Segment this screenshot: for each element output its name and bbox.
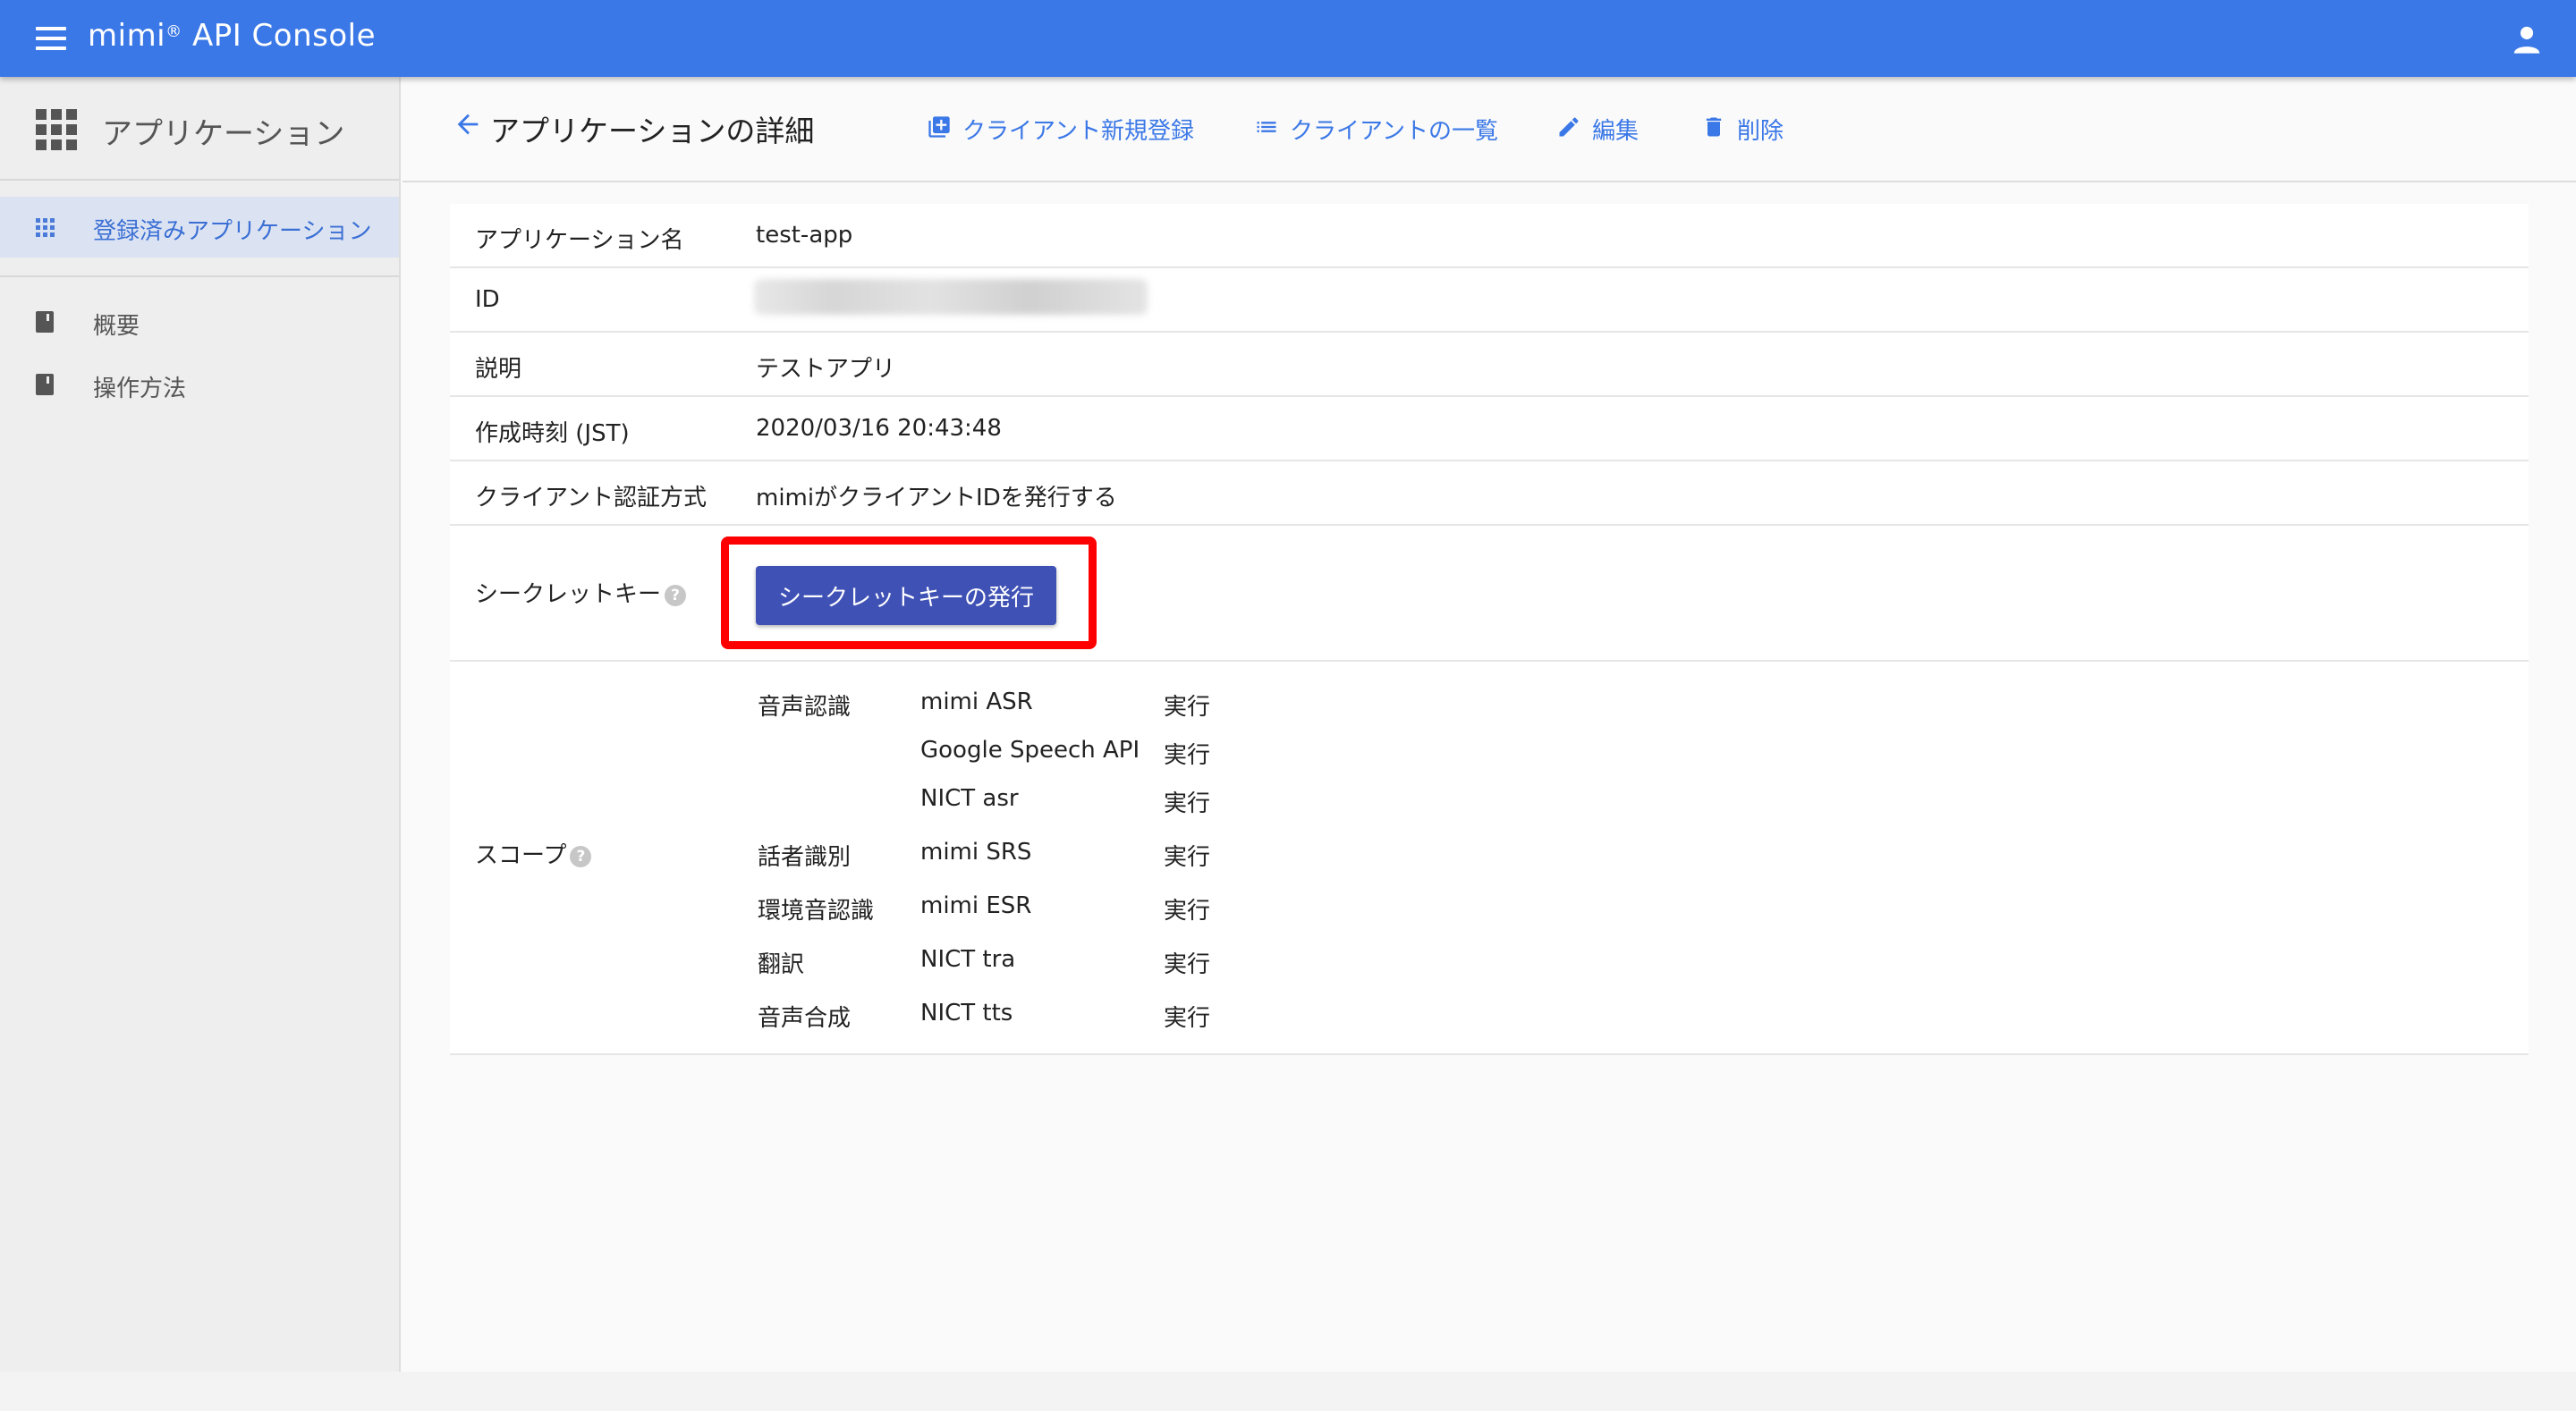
trash-icon bbox=[1706, 117, 1722, 137]
created-label: 作成時刻 (JST) bbox=[475, 420, 630, 447]
help-icon[interactable]: ? bbox=[665, 584, 687, 606]
scope-permission: 実行 bbox=[1164, 742, 1211, 769]
id-value-redacted bbox=[754, 279, 1148, 315]
scope-service: mimi ASR bbox=[920, 689, 1033, 715]
scope-service: NICT tts bbox=[920, 1000, 1013, 1027]
sidebar-item-how-to[interactable]: 操作方法 bbox=[0, 359, 399, 410]
scope-service: mimi ESR bbox=[920, 892, 1032, 919]
scope-service: Google Speech API bbox=[920, 737, 1140, 764]
detail-row-app-name: アプリケーション名 test-app bbox=[450, 204, 2529, 268]
scope-permission: 実行 bbox=[1164, 790, 1211, 817]
scope-category: 環境音認識 bbox=[758, 898, 875, 925]
sidebar-header: アプリケーション bbox=[0, 77, 399, 181]
issue-secret-key-button[interactable]: シークレットキーの発行 bbox=[756, 566, 1056, 625]
page-header: アプリケーションの詳細 クライアント新規登録 クライアントの一覧 編集 削除 bbox=[402, 77, 2576, 182]
bottom-margin bbox=[0, 1372, 2576, 1411]
top-app-bar: mimi® API Console bbox=[0, 0, 2576, 77]
book-icon bbox=[36, 374, 54, 395]
apps-grid-icon bbox=[36, 109, 77, 150]
sidebar-title: アプリケーション bbox=[102, 116, 345, 152]
add-box-icon bbox=[928, 116, 950, 138]
description-value: テストアプリ bbox=[756, 356, 896, 383]
scope-category: 翻訳 bbox=[758, 951, 805, 978]
scope-permission: 実行 bbox=[1164, 1005, 1211, 1032]
account-icon[interactable] bbox=[2512, 23, 2542, 55]
sidebar-item-registered-applications[interactable]: 登録済みアプリケーション bbox=[0, 197, 399, 258]
help-icon[interactable]: ? bbox=[570, 845, 592, 867]
secret-key-label: シークレットキー? bbox=[475, 576, 687, 609]
pencil-icon bbox=[1559, 117, 1579, 137]
scope-service: mimi SRS bbox=[920, 839, 1032, 866]
scope-category: 音声合成 bbox=[758, 1005, 852, 1032]
sidebar-divider bbox=[0, 275, 399, 277]
scope-permission: 実行 bbox=[1164, 898, 1211, 925]
scope-permission: 実行 bbox=[1164, 844, 1211, 871]
list-icon bbox=[1257, 122, 1276, 132]
app-name-value: test-app bbox=[756, 222, 853, 249]
detail-row-auth-method: クライアント認証方式 mimiがクライアントIDを発行する bbox=[450, 461, 2529, 526]
sidebar-item-label: 操作方法 bbox=[93, 376, 187, 402]
app-name-label: アプリケーション名 bbox=[475, 227, 684, 254]
sidebar-item-overview[interactable]: 概要 bbox=[0, 297, 399, 347]
detail-row-description: 説明 テストアプリ bbox=[450, 333, 2529, 397]
sidebar-item-label: 概要 bbox=[93, 313, 140, 340]
hamburger-menu-icon[interactable] bbox=[36, 27, 66, 50]
scope-permission: 実行 bbox=[1164, 694, 1211, 721]
created-value: 2020/03/16 20:43:48 bbox=[756, 415, 1002, 442]
id-label: ID bbox=[475, 286, 500, 313]
scope-label: スコープ? bbox=[475, 837, 592, 870]
book-icon bbox=[36, 311, 54, 333]
scope-service: NICT tra bbox=[920, 946, 1016, 973]
detail-row-created: 作成時刻 (JST) 2020/03/16 20:43:48 bbox=[450, 397, 2529, 461]
auth-method-label: クライアント認証方式 bbox=[475, 485, 707, 511]
scope-category: 話者識別 bbox=[758, 844, 852, 871]
sidebar-item-label: 登録済みアプリケーション bbox=[93, 218, 372, 245]
app-title: mimi® API Console bbox=[88, 18, 377, 54]
auth-method-value: mimiがクライアントIDを発行する bbox=[756, 485, 1117, 511]
page-title: アプリケーションの詳細 bbox=[490, 114, 815, 148]
scope-permission: 実行 bbox=[1164, 951, 1211, 978]
back-arrow-icon[interactable] bbox=[453, 109, 483, 139]
scope-service: NICT asr bbox=[920, 785, 1019, 812]
sidebar: アプリケーション 登録済みアプリケーション 概要 操作方法 bbox=[0, 77, 401, 1372]
description-label: 説明 bbox=[475, 356, 522, 383]
scope-category: 音声認識 bbox=[758, 694, 852, 721]
apps-small-icon bbox=[36, 218, 55, 237]
